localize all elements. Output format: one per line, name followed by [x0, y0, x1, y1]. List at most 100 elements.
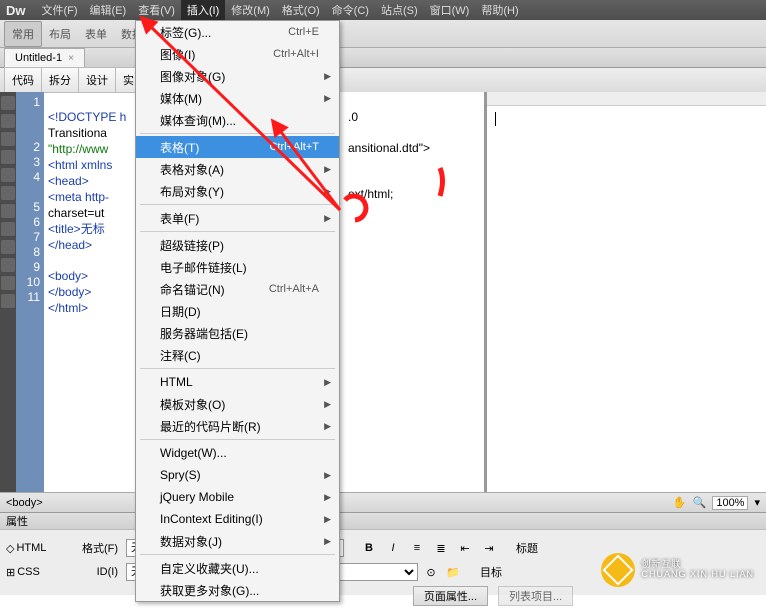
menu-help[interactable]: 帮助(H): [475, 0, 524, 20]
link-folder-icon[interactable]: 📁: [444, 563, 462, 581]
menu-item-label: 超级链接(P): [160, 237, 319, 254]
submenu-arrow-icon: ▶: [324, 421, 331, 432]
menu-item[interactable]: 表单(F)▶: [136, 207, 339, 229]
format-label: 格式(F): [66, 540, 122, 556]
zoom-tool-icon[interactable]: 🔍: [693, 496, 707, 509]
menu-view[interactable]: 查看(V): [132, 0, 181, 20]
zoom-value[interactable]: 100%: [712, 496, 748, 510]
gutter-icon[interactable]: [1, 222, 15, 236]
menu-item[interactable]: 超级链接(P): [136, 234, 339, 256]
target-label: 目标: [466, 564, 506, 580]
menu-item-shortcut: Ctrl+Alt+I: [273, 48, 319, 60]
bold-icon[interactable]: B: [360, 539, 378, 557]
menu-item-label: 标签(G)...: [160, 24, 288, 41]
design-pane[interactable]: [484, 92, 766, 492]
menu-site[interactable]: 站点(S): [375, 0, 424, 20]
menu-item[interactable]: 服务器端包括(E): [136, 322, 339, 344]
menu-item[interactable]: 获取更多对象(G)...: [136, 579, 339, 601]
menu-item[interactable]: jQuery Mobile▶: [136, 486, 339, 508]
submenu-arrow-icon: ▶: [324, 377, 331, 388]
menu-separator: [140, 439, 335, 440]
menu-item[interactable]: 电子邮件链接(L): [136, 256, 339, 278]
hand-tool-icon[interactable]: ✋: [673, 496, 687, 509]
menu-item[interactable]: 图像(I)Ctrl+Alt+I: [136, 43, 339, 65]
menu-window[interactable]: 窗口(W): [424, 0, 476, 20]
menu-item[interactable]: 数据对象(J)▶: [136, 530, 339, 552]
menubar: Dw 文件(F) 编辑(E) 查看(V) 插入(I) 修改(M) 格式(O) 命…: [0, 0, 766, 20]
list-ul-icon[interactable]: ≡: [408, 539, 426, 557]
menu-format[interactable]: 格式(O): [276, 0, 326, 20]
menu-item-label: 服务器端包括(E): [160, 325, 319, 342]
view-split-button[interactable]: 拆分: [41, 67, 79, 93]
menu-item[interactable]: 最近的代码片断(R)▶: [136, 415, 339, 437]
gutter-icon[interactable]: [1, 114, 15, 128]
indent-icon[interactable]: ⇥: [480, 539, 498, 557]
menu-separator: [140, 231, 335, 232]
menu-item[interactable]: 表格(T)Ctrl+Alt+T: [136, 136, 339, 158]
gutter-icon[interactable]: [1, 150, 15, 164]
gutter-icon[interactable]: [1, 258, 15, 272]
list-ol-icon[interactable]: ≣: [432, 539, 450, 557]
submenu-arrow-icon: ▶: [324, 514, 331, 525]
menu-item[interactable]: 命名锚记(N)Ctrl+Alt+A: [136, 278, 339, 300]
tag-path[interactable]: <body>: [6, 497, 43, 509]
menu-item[interactable]: 自定义收藏夹(U)...: [136, 557, 339, 579]
gutter-icon[interactable]: [1, 186, 15, 200]
menu-item[interactable]: InContext Editing(I)▶: [136, 508, 339, 530]
menu-item[interactable]: Widget(W)...: [136, 442, 339, 464]
ruler: [487, 92, 766, 106]
dropdown-icon[interactable]: ▾: [754, 496, 760, 509]
menu-item-label: 注释(C): [160, 347, 319, 364]
menu-item-label: 图像(I): [160, 46, 273, 63]
submenu-arrow-icon: ▶: [324, 164, 331, 175]
document-tab-row: Untitled-1 ×: [0, 48, 766, 68]
gutter-icon[interactable]: [1, 96, 15, 110]
gutter-icon[interactable]: [1, 132, 15, 146]
title-attr-label: 标题: [502, 540, 542, 556]
menu-item[interactable]: 图像对象(G)▶: [136, 65, 339, 87]
html-mode-icon[interactable]: ◇: [6, 542, 14, 555]
gutter-icon[interactable]: [1, 276, 15, 290]
html-mode-label[interactable]: HTML: [16, 542, 46, 554]
document-tab[interactable]: Untitled-1 ×: [4, 48, 85, 67]
menu-item[interactable]: 注释(C): [136, 344, 339, 366]
status-bar: <body> ✋ 🔍 100% ▾: [0, 492, 766, 512]
gutter-icon[interactable]: [1, 294, 15, 308]
view-code-button[interactable]: 代码: [4, 67, 42, 93]
outdent-icon[interactable]: ⇤: [456, 539, 474, 557]
tab-common[interactable]: 常用: [4, 21, 42, 47]
menu-file[interactable]: 文件(F): [36, 0, 84, 20]
view-design-button[interactable]: 设计: [78, 67, 116, 93]
gutter-icon[interactable]: [1, 168, 15, 182]
menu-item[interactable]: Spry(S)▶: [136, 464, 339, 486]
css-mode-label[interactable]: CSS: [17, 566, 40, 578]
gutter-icon[interactable]: [1, 240, 15, 254]
menu-item[interactable]: 模板对象(O)▶: [136, 393, 339, 415]
menu-item[interactable]: 日期(D): [136, 300, 339, 322]
menu-item[interactable]: 媒体(M)▶: [136, 87, 339, 109]
properties-header[interactable]: 属性: [0, 512, 766, 530]
italic-icon[interactable]: I: [384, 539, 402, 557]
menu-item[interactable]: 标签(G)...Ctrl+E: [136, 21, 339, 43]
menu-item-label: 布局对象(Y): [160, 183, 319, 200]
code-gutter: [0, 92, 16, 492]
menu-item[interactable]: HTML▶: [136, 371, 339, 393]
tab-layout[interactable]: 布局: [42, 22, 78, 46]
menu-item[interactable]: 媒体查询(M)...: [136, 109, 339, 131]
tab-forms[interactable]: 表单: [78, 22, 114, 46]
menu-item[interactable]: 布局对象(Y)▶: [136, 180, 339, 202]
link-point-icon[interactable]: ⊙: [422, 563, 440, 581]
css-mode-icon[interactable]: ⊞: [6, 566, 15, 579]
menu-edit[interactable]: 编辑(E): [84, 0, 133, 20]
document-tab-title: Untitled-1: [15, 52, 62, 64]
page-properties-button[interactable]: 页面属性...: [413, 586, 488, 606]
menu-item-label: 媒体(M): [160, 90, 319, 107]
menu-item-label: 图像对象(G): [160, 68, 319, 85]
close-icon[interactable]: ×: [68, 53, 74, 64]
id-label: ID(I): [66, 566, 122, 578]
menu-commands[interactable]: 命令(C): [326, 0, 375, 20]
gutter-icon[interactable]: [1, 204, 15, 218]
menu-modify[interactable]: 修改(M): [225, 0, 276, 20]
menu-item[interactable]: 表格对象(A)▶: [136, 158, 339, 180]
menu-insert[interactable]: 插入(I): [181, 0, 225, 20]
